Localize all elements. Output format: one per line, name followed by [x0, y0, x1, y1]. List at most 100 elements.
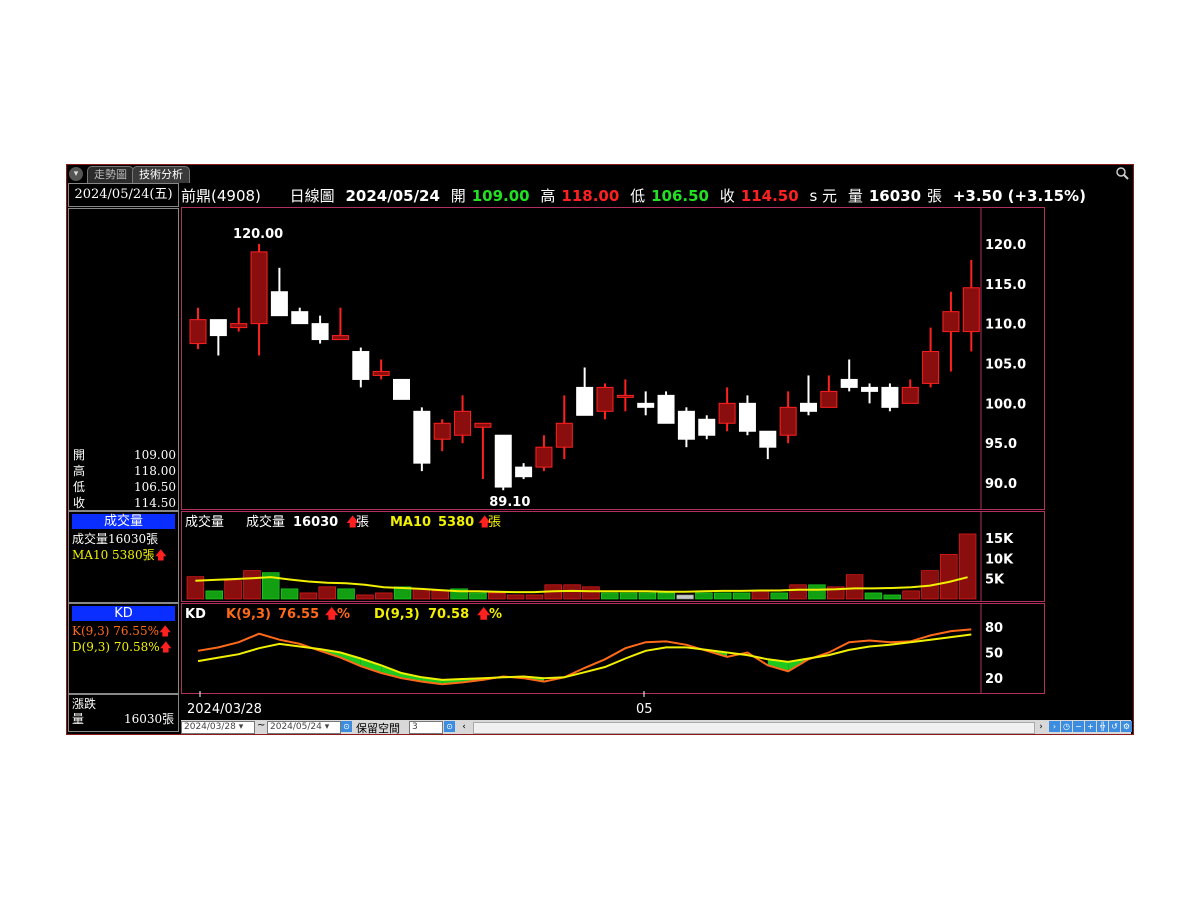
candle-body: [840, 378, 858, 388]
d-value: 70.58: [428, 607, 469, 622]
price-pane[interactable]: 120.0 115.0 110.0 105.0 100.0 95.0 90.0 120.00 8…: [181, 207, 1045, 510]
volume-bar: [412, 588, 431, 600]
candle-body: [881, 386, 899, 408]
volume-tick-label: 10K: [985, 552, 1014, 567]
scroll-right-icon[interactable]: ›: [1035, 722, 1047, 732]
candle-body: [596, 386, 614, 412]
zoom-icon[interactable]: [1115, 166, 1129, 180]
volume-bar: [619, 592, 638, 600]
k-series-line: [197, 628, 972, 686]
candle-body: [413, 410, 431, 464]
k-unit: %: [337, 607, 350, 622]
kd-title[interactable]: KD: [72, 606, 175, 621]
apply-space-icon[interactable]: ⊙: [444, 721, 455, 732]
candle-body: [677, 410, 695, 440]
scrollbar-track[interactable]: [473, 722, 1035, 734]
kd-tick-label: 80: [985, 621, 1003, 636]
volume-bar: [657, 592, 675, 600]
volume-bar: [845, 574, 864, 600]
volume-bar: [883, 594, 901, 600]
to-date-select[interactable]: 2024/05/24 ▾: [267, 721, 341, 734]
volume-bar: [864, 592, 883, 600]
candle-body: [657, 394, 675, 424]
kd-pane[interactable]: KD K(9,3) 76.55 🡅 % D(9,3) 70.58 🡅 % 80 5…: [181, 603, 1045, 694]
candle-body: [433, 422, 451, 440]
volume-bar: [695, 592, 713, 600]
volume-pane[interactable]: 成交量 成交量 16030 🡅 張 MA10 5380 🡅 張 15K 10K 5K: [181, 511, 1045, 602]
apply-range-icon[interactable]: ⊙: [341, 721, 352, 732]
volume-pane-value: 16030: [293, 515, 338, 530]
open-label: 開: [73, 448, 86, 462]
kd-chart[interactable]: KD K(9,3) 76.55 🡅 % D(9,3) 70.58 🡅 % 805…: [182, 604, 1044, 693]
low-value: 106.50: [134, 480, 176, 494]
low-label: 低: [73, 480, 86, 494]
up-arrow-icon: 🡅: [159, 640, 172, 654]
kd-pane-title: KD: [185, 607, 206, 622]
candle-body: [209, 319, 227, 337]
candlestick-chart[interactable]: 120.0 115.0 110.0 105.0 100.0 95.0 90.0 120.00 8…: [182, 208, 1044, 510]
next-icon[interactable]: ›: [1049, 721, 1060, 732]
ohlc-panel: 開 109.00 高 118.00 低 106.50 收 114.50: [68, 208, 179, 511]
volume-bar: [732, 592, 751, 600]
volume-chart[interactable]: 成交量 成交量 16030 🡅 張 MA10 5380 🡅 張 15K10K5K: [182, 512, 1044, 601]
price-tick-label: 100.0: [985, 397, 1026, 412]
volume-bar: [525, 594, 544, 600]
tab-trend[interactable]: 走勢圖: [87, 166, 134, 183]
keep-space-input[interactable]: 3: [409, 721, 443, 734]
candle-body: [331, 335, 349, 341]
change-label: 漲跌: [72, 697, 97, 711]
stock-name: 前鼎(4908): [181, 187, 261, 205]
volume-bar: [469, 592, 487, 600]
volume-info-panel: 成交量 成交量16030張 MA10 5380張🡅: [68, 511, 179, 603]
high-annotation: 120.00: [233, 227, 283, 242]
zoom-out-icon[interactable]: −: [1073, 721, 1084, 732]
candle-body: [820, 390, 838, 408]
candle-body: [515, 466, 533, 478]
from-date-select[interactable]: 2024/03/28 ▾: [181, 721, 255, 734]
candle-body: [698, 418, 716, 436]
volume-pane-unit: 張: [356, 515, 369, 530]
candle-body: [962, 287, 980, 333]
volume-bar: [318, 586, 336, 600]
k-line: K(9,3) 76.55%🡅: [72, 623, 171, 639]
candle-body: [922, 351, 940, 384]
volume-bar: [224, 580, 242, 600]
chart-type: 日線圖: [289, 187, 335, 205]
candle-body: [352, 351, 370, 380]
high-row: 高 118.00: [73, 463, 176, 479]
volume-bar: [958, 533, 977, 600]
volume-bar: [808, 584, 826, 600]
volume-line: 成交量16030張: [72, 532, 159, 546]
ma10-label: MA10: [390, 515, 431, 530]
tab-technical[interactable]: 技術分析: [132, 166, 190, 183]
dropdown-icon[interactable]: ▾: [69, 167, 83, 181]
scroll-left-icon[interactable]: ‹: [458, 722, 470, 732]
candle-body: [718, 402, 736, 424]
volume-bar: [243, 570, 261, 600]
price-tick-label: 90.0: [985, 477, 1017, 492]
high-label: 高: [540, 187, 556, 205]
up-arrow-icon: 🡅: [158, 624, 172, 638]
candle-body: [230, 323, 248, 329]
low-row: 低 106.50: [73, 479, 176, 495]
undo-icon[interactable]: ↺: [1109, 721, 1120, 732]
settings-icon[interactable]: ⚙: [1121, 721, 1132, 732]
date-display: 2024/05/24(五): [68, 183, 179, 207]
volume-bar: [488, 592, 506, 600]
candle-body: [535, 446, 553, 468]
open-row: 開 109.00: [73, 447, 176, 463]
candle-body: [189, 319, 207, 345]
crosshair-icon[interactable]: ╬: [1097, 721, 1108, 732]
d-unit: %: [489, 607, 502, 622]
zoom-in-icon[interactable]: +: [1085, 721, 1096, 732]
keep-space-label: 保留空間: [356, 722, 400, 735]
app-window: ▾ 走勢圖 技術分析 2024/05/24(五) 開 109.00 高 118.00…: [66, 164, 1134, 735]
vol-value: 16030: [868, 187, 922, 205]
x-axis: 2024/03/28 05: [187, 691, 653, 717]
high-value: 118.00: [134, 464, 176, 478]
k-text: K(9,3) 76.55%: [72, 624, 159, 638]
volume-bar: [751, 590, 770, 600]
volume-title[interactable]: 成交量: [72, 514, 175, 529]
clock-icon[interactable]: ◷: [1061, 721, 1072, 732]
low-label: 低: [630, 187, 646, 205]
